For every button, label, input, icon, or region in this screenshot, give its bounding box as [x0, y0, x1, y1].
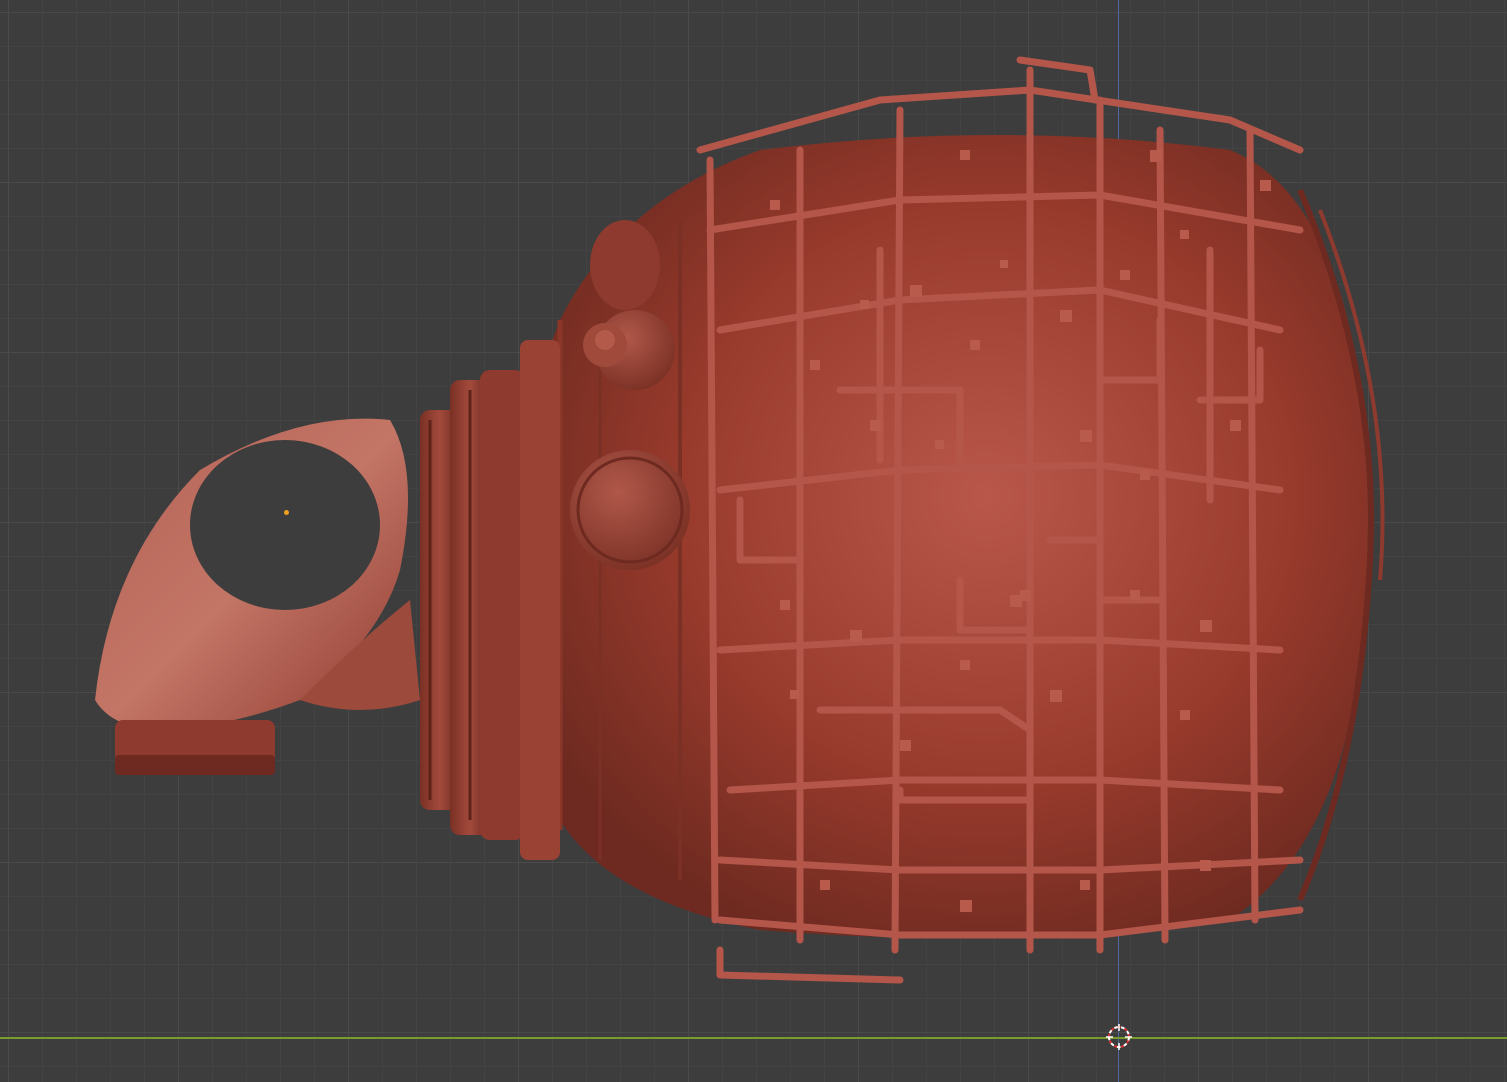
- neck-rings: [420, 340, 560, 860]
- 3d-viewport[interactable]: [0, 0, 1507, 1082]
- object-origin-icon: [284, 510, 289, 515]
- 3d-cursor-icon[interactable]: [1106, 1024, 1132, 1050]
- mesh-model[interactable]: [0, 0, 1507, 1082]
- visor: [95, 418, 420, 775]
